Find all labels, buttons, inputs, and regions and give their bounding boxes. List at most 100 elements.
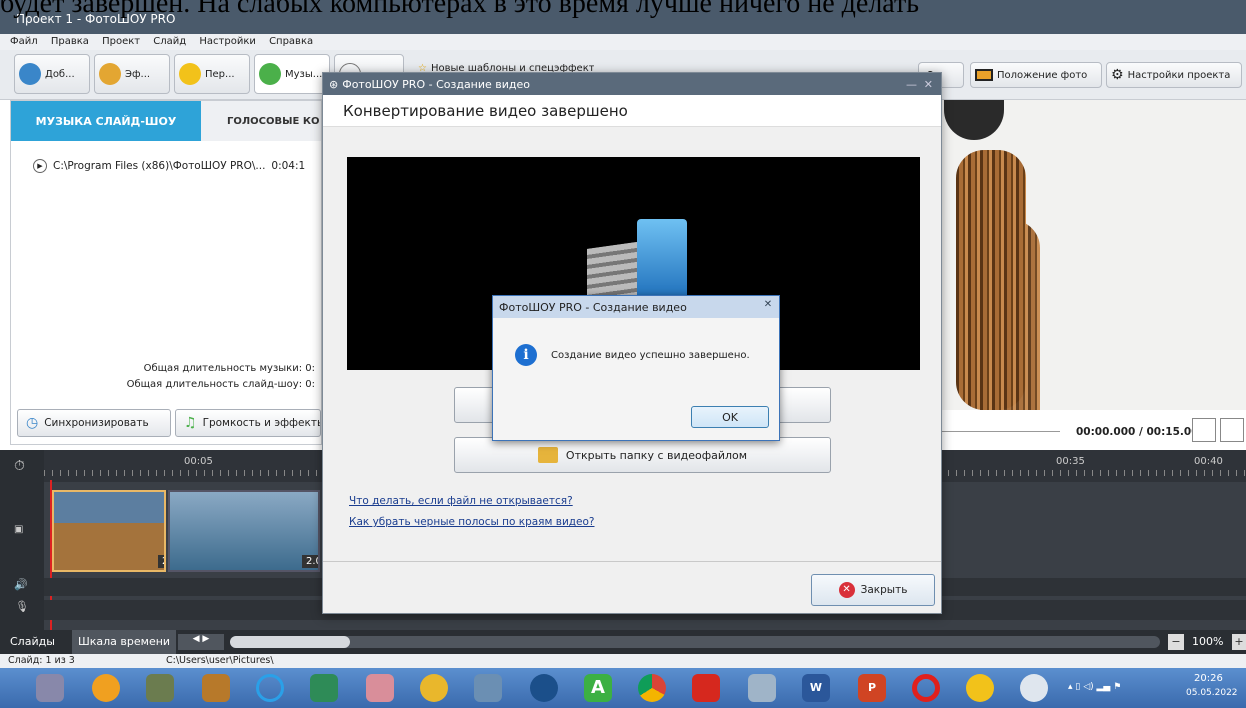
- app-icon[interactable]: [420, 674, 448, 702]
- film-reel-icon[interactable]: [1020, 674, 1048, 702]
- tab-slides[interactable]: Слайды: [10, 635, 55, 648]
- word-icon[interactable]: W: [802, 674, 830, 702]
- play-icon[interactable]: ▶: [33, 159, 47, 173]
- tab-voice-comments[interactable]: ГОЛОСОВЫЕ КО: [201, 101, 321, 141]
- film-icon: ▣: [14, 524, 24, 535]
- slide-counter: Слайд: 1 из 3: [8, 655, 75, 666]
- zoom-in-button[interactable]: +: [1232, 634, 1246, 650]
- app-icon[interactable]: [202, 674, 230, 702]
- camera-icon[interactable]: [1192, 418, 1216, 442]
- slide-duration: 2.0: [302, 555, 318, 568]
- menu-edit[interactable]: Правка: [51, 36, 89, 47]
- total-slideshow-duration: Общая длительность слайд-шоу: 0:: [126, 379, 315, 390]
- menu-file[interactable]: Файл: [10, 36, 38, 47]
- close-icon: ✕: [838, 582, 855, 598]
- preview-time: 00:00.000 / 00:15.000: [1076, 426, 1206, 438]
- volume-effects-button[interactable]: ♫ Громкость и эффекты: [175, 409, 321, 437]
- tab-timeline[interactable]: Шкала времени: [72, 630, 177, 654]
- close-icon[interactable]: ✕: [761, 299, 775, 313]
- caption-overlay: будет завершен. На слабых компьютерах в …: [0, 0, 919, 19]
- pdf-icon[interactable]: [692, 674, 720, 702]
- menu-help[interactable]: Справка: [269, 36, 313, 47]
- microphone-icon: 🎙: [15, 600, 29, 613]
- scroll-arrows-icon[interactable]: ◀ ▶: [178, 634, 224, 650]
- ok-button[interactable]: OK: [691, 406, 769, 428]
- fotoshow-icon[interactable]: [966, 674, 994, 702]
- effects-tab[interactable]: Эф...: [94, 54, 170, 94]
- clock-icon: ◷: [26, 415, 39, 431]
- status-bar: Слайд: 1 из 3 C:\Users\user\Pictures\: [0, 654, 1246, 668]
- app-icon[interactable]: [474, 674, 502, 702]
- fullscreen-icon[interactable]: [1220, 418, 1244, 442]
- tab-slideshow-music[interactable]: МУЗЫКА СЛАЙД-ШОУ: [11, 101, 201, 141]
- timeline-slide[interactable]: 2.0: [52, 490, 166, 572]
- minimize-icon[interactable]: —: [906, 78, 917, 91]
- chrome-icon[interactable]: [638, 674, 666, 702]
- message-text: Создание видео успешно завершено.: [551, 350, 750, 361]
- dialog-footer: ✕ Закрыть: [323, 561, 941, 613]
- preview-progress[interactable]: [940, 431, 1060, 432]
- menu-slide[interactable]: Слайд: [153, 36, 186, 47]
- project-settings-button[interactable]: ⚙ Настройки проекта: [1106, 62, 1242, 88]
- menu-settings[interactable]: Настройки: [199, 36, 255, 47]
- zoom-out-button[interactable]: −: [1168, 634, 1184, 650]
- menu-project[interactable]: Проект: [102, 36, 140, 47]
- help-link-black-bars[interactable]: Как убрать черные полосы по краям видео?: [349, 516, 594, 528]
- ie-icon[interactable]: [256, 674, 284, 702]
- track-path: C:\Program Files (x86)\ФотоШОУ PRO\...: [53, 160, 266, 172]
- clock-time: 20:26: [1194, 673, 1223, 684]
- app-icon[interactable]: [92, 674, 120, 702]
- music-tab[interactable]: Музы...: [254, 54, 330, 94]
- stopwatch-icon: ⏱: [14, 458, 25, 474]
- music-note-icon: [259, 63, 281, 85]
- view-bar: Слайды Шкала времени ◀ ▶ − 100% +: [0, 630, 1246, 654]
- dialog-heading: Конвертирование видео завершено: [323, 95, 941, 127]
- music-track-row[interactable]: ▶ C:\Program Files (x86)\ФотоШОУ PRO\...…: [33, 159, 305, 173]
- close-icon[interactable]: ✕: [924, 78, 933, 91]
- palette-icon: [99, 63, 121, 85]
- scrollbar-thumb[interactable]: [230, 636, 350, 648]
- slide-duration: 2.0: [158, 555, 164, 568]
- tray-icons[interactable]: ▴ ▯ ◁) ▂▄ ⚑: [1068, 682, 1121, 692]
- photo-icon: [19, 63, 41, 85]
- folder-icon: [537, 447, 558, 463]
- excel-icon[interactable]: [310, 674, 338, 702]
- music-note-icon: ♫: [184, 415, 197, 431]
- help-link-file-not-open[interactable]: Что делать, если файл не открывается?: [349, 495, 573, 507]
- calculator-icon[interactable]: [748, 674, 776, 702]
- add-photos-tab[interactable]: Доб...: [14, 54, 90, 94]
- opera-icon[interactable]: [912, 674, 940, 702]
- start-icon[interactable]: [36, 674, 64, 702]
- film-reel-icon: ⊛: [329, 77, 339, 91]
- folder-path: C:\Users\user\Pictures\: [166, 655, 274, 666]
- music-panel: МУЗЫКА СЛАЙД-ШОУ ГОЛОСОВЫЕ КО ▶ C:\Progr…: [10, 100, 322, 445]
- sync-button[interactable]: ◷ Синхронизировать: [17, 409, 171, 437]
- app-icon[interactable]: [146, 674, 174, 702]
- timeline-track-icons: ⏱ ▣ 🔊 🎙: [0, 450, 44, 630]
- ruler-mark: 00:35: [1056, 456, 1085, 467]
- speaker-icon: 🔊: [14, 578, 28, 591]
- track-duration: 0:04:1: [271, 160, 306, 172]
- dialog-titlebar: ⊛ ФотоШОУ PRO - Создание видео — ✕: [323, 73, 941, 95]
- open-folder-button[interactable]: Открыть папку с видеофайлом: [454, 437, 831, 473]
- photo-position-button[interactable]: Положение фото: [970, 62, 1102, 88]
- timeline-slide[interactable]: 2.0: [168, 490, 320, 572]
- headphones-icon[interactable]: [530, 674, 558, 702]
- transitions-tab[interactable]: Пер...: [174, 54, 250, 94]
- close-button[interactable]: ✕ Закрыть: [811, 574, 935, 606]
- success-message-box: ФотоШОУ PRO - Создание видео ✕ i Создани…: [492, 295, 780, 441]
- preview-object: [944, 100, 1004, 140]
- gear-icon: ⚙: [1111, 67, 1124, 83]
- paint-icon[interactable]: [366, 674, 394, 702]
- wooden-stick-front: [980, 220, 1040, 410]
- timeline-scrollbar[interactable]: [230, 636, 1160, 648]
- message-titlebar: ФотоШОУ PRO - Создание видео ✕: [493, 296, 779, 318]
- preview-area: [940, 100, 1246, 410]
- info-icon: i: [515, 344, 537, 366]
- app-icon[interactable]: A: [584, 674, 612, 702]
- menu-bar: Файл Правка Проект Слайд Настройки Справ…: [0, 34, 1246, 50]
- powerpoint-icon[interactable]: P: [858, 674, 886, 702]
- clock-date: 05.05.2022: [1186, 688, 1238, 698]
- ruler-mark: 00:40: [1194, 456, 1223, 467]
- total-music-duration: Общая длительность музыки: 0:: [143, 363, 315, 374]
